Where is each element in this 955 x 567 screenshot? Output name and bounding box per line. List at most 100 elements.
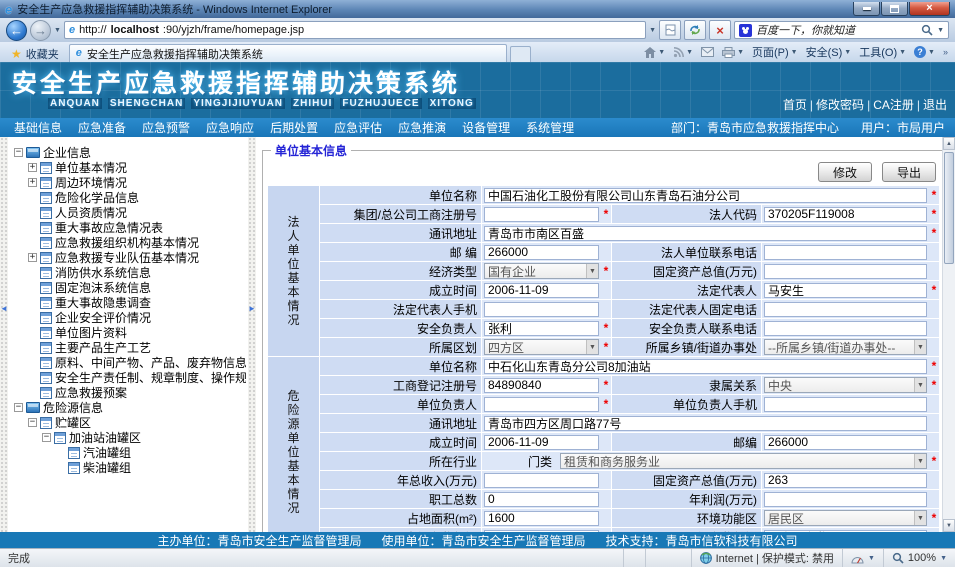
tree-item[interactable]: −加油站油罐区 <box>12 430 246 445</box>
tree-item[interactable]: −贮罐区 <box>12 415 246 430</box>
refresh-button[interactable] <box>684 20 706 40</box>
modify-button[interactable]: 修改 <box>818 162 872 182</box>
tree-collapse-icon[interactable]: − <box>14 403 23 412</box>
field-select[interactable]: 国有企业▼ <box>484 263 599 279</box>
field-input[interactable] <box>484 435 599 450</box>
compatibility-view-button[interactable] <box>659 20 681 40</box>
collapse-tree-icon[interactable]: ► <box>248 305 256 313</box>
field-input[interactable] <box>764 321 927 336</box>
dropdown-arrow-icon[interactable]: ▼ <box>914 378 926 392</box>
nav-tab[interactable]: 后期处置 <box>270 119 318 136</box>
tree-item[interactable]: −企业信息 <box>12 145 246 160</box>
tree-expand-icon[interactable]: + <box>28 178 37 187</box>
field-select[interactable]: 租赁和商务服务业▼ <box>560 453 927 469</box>
tree-item[interactable]: 柴油罐组 <box>12 460 246 475</box>
field-input[interactable] <box>484 207 599 222</box>
stop-button[interactable]: × <box>709 20 731 40</box>
scroll-up-icon[interactable]: ▲ <box>943 137 955 150</box>
tree-collapse-icon[interactable]: − <box>28 418 37 427</box>
field-input[interactable] <box>484 302 599 317</box>
field-select[interactable]: 居民区▼ <box>764 510 927 526</box>
tree-item[interactable]: 企业安全评价情况 <box>12 310 246 325</box>
field-input[interactable] <box>764 264 927 279</box>
close-button[interactable]: × <box>909 2 950 16</box>
header-link[interactable]: CA注册 <box>873 96 914 113</box>
main-scrollbar[interactable]: ▲ ▼ <box>942 137 955 532</box>
field-input[interactable] <box>484 530 599 533</box>
page-menu[interactable]: 页面(P) ▼ <box>752 44 798 60</box>
field-input[interactable] <box>484 378 599 393</box>
field-input[interactable] <box>764 435 927 450</box>
tree-item[interactable]: 应急救援预案 <box>12 385 246 400</box>
field-input[interactable] <box>484 511 599 526</box>
tree-item[interactable]: 重大事故应急情况表 <box>12 220 246 235</box>
field-input[interactable] <box>484 416 927 431</box>
tree-item[interactable]: 重大事故隐患调查 <box>12 295 246 310</box>
field-input[interactable] <box>764 207 927 222</box>
forward-button[interactable]: → <box>30 20 51 41</box>
tree-expand-icon[interactable]: + <box>28 163 37 172</box>
nav-tab[interactable]: 应急准备 <box>78 119 126 136</box>
field-input[interactable] <box>764 530 927 533</box>
tree-item[interactable]: 消防供水系统信息 <box>12 265 246 280</box>
dropdown-arrow-icon[interactable]: ▼ <box>586 264 598 278</box>
new-tab-button[interactable] <box>510 46 531 62</box>
field-input[interactable] <box>484 321 599 336</box>
field-input[interactable] <box>764 397 927 412</box>
scrollbar-thumb[interactable] <box>944 152 954 264</box>
search-icon[interactable] <box>921 24 933 36</box>
overflow-chevron-icon[interactable]: » <box>943 47 948 57</box>
field-input[interactable] <box>764 245 927 260</box>
feeds-button[interactable]: ▼ <box>673 47 693 58</box>
url-field[interactable]: e http://localhost:90/yjzh/frame/homepag… <box>64 21 646 39</box>
dropdown-arrow-icon[interactable]: ▼ <box>914 340 926 354</box>
filter-button[interactable]: ▼ <box>842 549 883 567</box>
tree-item[interactable]: +应急救援专业队伍基本情况 <box>12 250 246 265</box>
tree-item[interactable]: +周边环境情况 <box>12 175 246 190</box>
tree-item[interactable]: 汽油罐组 <box>12 445 246 460</box>
search-box[interactable]: 百度一下，你就知道 ▼ <box>734 21 949 39</box>
field-input[interactable] <box>484 188 927 203</box>
nav-tab[interactable]: 应急评估 <box>334 119 382 136</box>
field-input[interactable] <box>484 245 599 260</box>
nav-tab[interactable]: 应急预警 <box>142 119 190 136</box>
export-button[interactable]: 导出 <box>882 162 936 182</box>
field-input[interactable] <box>484 473 599 488</box>
field-select[interactable]: 四方区▼ <box>484 339 599 355</box>
tree-item[interactable]: 固定泡沫系统信息 <box>12 280 246 295</box>
header-link[interactable]: 首页 <box>783 96 807 113</box>
collapse-left-icon[interactable]: ◄ <box>0 305 8 313</box>
read-mail-button[interactable] <box>701 47 714 57</box>
home-button[interactable]: ▼ <box>644 47 665 58</box>
dropdown-arrow-icon[interactable]: ▼ <box>914 511 926 525</box>
tree-item[interactable]: 安全生产责任制、规章制度、操作规程信息 <box>12 370 246 385</box>
tree-item[interactable]: 危险化学品信息 <box>12 190 246 205</box>
nav-tab[interactable]: 基础信息 <box>14 119 62 136</box>
nav-tab[interactable]: 应急响应 <box>206 119 254 136</box>
field-select[interactable]: --所属乡镇/街道办事处--▼ <box>764 339 927 355</box>
field-input[interactable] <box>484 492 599 507</box>
scroll-down-icon[interactable]: ▼ <box>943 519 955 532</box>
back-button[interactable]: ← <box>6 20 27 41</box>
url-dropdown-icon[interactable]: ▼ <box>649 27 656 34</box>
field-input[interactable] <box>764 492 927 507</box>
tree-splitter[interactable]: ► <box>248 137 256 532</box>
browser-tab[interactable]: e 安全生产应急救援指挥辅助决策系统 <box>69 44 507 62</box>
maximize-button[interactable] <box>881 2 908 16</box>
dropdown-arrow-icon[interactable]: ▼ <box>914 454 926 468</box>
zoom-control[interactable]: 100% ▼ <box>883 549 955 567</box>
safety-menu[interactable]: 安全(S) ▼ <box>806 44 852 60</box>
tree-item[interactable]: 应急救援组织机构基本情况 <box>12 235 246 250</box>
dropdown-arrow-icon[interactable]: ▼ <box>586 340 598 354</box>
tree-item[interactable]: −危险源信息 <box>12 400 246 415</box>
help-menu[interactable]: ? ▼ <box>914 46 935 58</box>
field-input[interactable] <box>484 283 599 298</box>
field-input[interactable] <box>764 473 927 488</box>
nav-tab[interactable]: 系统管理 <box>526 119 574 136</box>
tree-item[interactable]: 人员资质情况 <box>12 205 246 220</box>
print-button[interactable]: ▼ <box>722 47 744 58</box>
tree-item[interactable]: 单位图片资料 <box>12 325 246 340</box>
tree-item[interactable]: +单位基本情况 <box>12 160 246 175</box>
field-input[interactable] <box>764 302 927 317</box>
field-input[interactable] <box>764 283 927 298</box>
